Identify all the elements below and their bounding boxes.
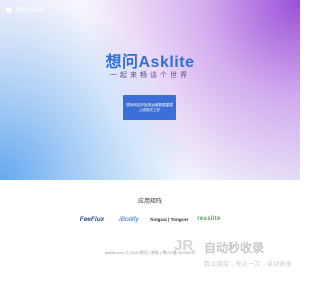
brand-logo-icon [6, 6, 12, 13]
watermark: JR 自动秒收录 数上链接→来访一次→自动收录 [174, 237, 300, 277]
brand[interactable]: 想问Asklite [6, 5, 45, 14]
notice-line-2: 上线相关工作 [138, 107, 161, 112]
watermark-slogan: 数上链接→来访一次→自动收录 [204, 262, 293, 268]
app-link-tongcai[interactable]: Tongcai | Tongcer [150, 212, 189, 226]
brand-text: 想问Asklite [15, 8, 45, 14]
watermark-title: 自动秒收录 [204, 241, 265, 255]
site-title: 想问Asklite [105, 54, 195, 71]
app-link-feeflux[interactable]: FeeFlux [78, 212, 106, 226]
watermark-logo: JR [174, 237, 194, 254]
app-matrix: FeeFlux iBodify Tongcai | Tongcer ressli… [0, 212, 300, 226]
notice-box: 想问网站开始的运营数据重建 上线相关工作 [123, 95, 176, 120]
app-matrix-title: 应用矩阵 [137, 199, 162, 205]
app-link-ibodify[interactable]: iBodify [116, 212, 142, 226]
page: 想问Asklite 想问Asklite 一起来畅谈个世界 想问网站开始的运营数据… [0, 0, 300, 300]
app-link-resslite[interactable]: resslite [195, 212, 223, 226]
hero-section: 想问Asklite 想问Asklite 一起来畅谈个世界 想问网站开始的运营数据… [0, 0, 300, 180]
site-tagline: 一起来畅谈个世界 [110, 71, 190, 79]
